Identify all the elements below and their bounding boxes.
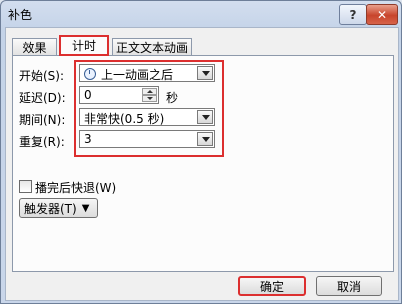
cancel-button[interactable]: 取消 — [316, 276, 382, 296]
duration-value: 非常快(0.5 秒) — [84, 112, 165, 126]
start-label: 开始(S): — [19, 69, 65, 83]
spin-up-icon[interactable] — [142, 88, 157, 95]
window-title: 补色 — [8, 8, 33, 22]
title-bar: 补色 ? ✕ — [1, 1, 401, 27]
delay-unit: 秒 — [166, 91, 179, 105]
timing-panel: 开始(S): 上一动画之后 延迟(D): 0 秒 期间(N): 非常快(0.5 … — [12, 55, 394, 272]
chevron-down-icon: ▼ — [81, 202, 90, 214]
duration-label: 期间(N): — [19, 113, 66, 127]
chevron-down-icon[interactable] — [197, 66, 213, 80]
close-button[interactable]: ✕ — [366, 4, 398, 25]
repeat-value: 3 — [84, 132, 92, 146]
delay-value: 0 — [84, 88, 92, 102]
delay-label: 延迟(D): — [19, 91, 66, 105]
start-value: 上一动画之后 — [101, 68, 174, 82]
rewind-label: 播完后快退(W) — [35, 181, 117, 195]
dialog-body: 效果 计时 正文文本动画 开始(S): 上一动画之后 延迟(D): 0 秒 期间… — [5, 27, 399, 301]
spin-down-icon[interactable] — [142, 95, 157, 102]
chevron-down-icon[interactable] — [197, 110, 213, 124]
tab-text-animation[interactable]: 正文文本动画 — [112, 38, 192, 55]
repeat-select[interactable]: 3 — [79, 130, 215, 148]
delay-stepper[interactable]: 0 — [79, 86, 159, 104]
start-select[interactable]: 上一动画之后 — [79, 64, 215, 82]
rewind-checkbox[interactable] — [19, 180, 32, 193]
help-button[interactable]: ? — [339, 4, 367, 25]
dialog-window: 补色 ? ✕ 效果 计时 正文文本动画 开始(S): 上一动画之后 延迟(D):… — [0, 0, 402, 304]
tab-timing[interactable]: 计时 — [59, 35, 109, 56]
clock-icon — [84, 68, 96, 80]
chevron-down-icon[interactable] — [197, 132, 213, 146]
tab-effect[interactable]: 效果 — [12, 38, 57, 55]
trigger-label: 触发器(T) — [24, 201, 77, 216]
repeat-label: 重复(R): — [19, 135, 65, 149]
ok-button[interactable]: 确定 — [238, 276, 306, 296]
duration-select[interactable]: 非常快(0.5 秒) — [79, 108, 215, 126]
trigger-button[interactable]: 触发器(T) ▼ — [19, 198, 98, 218]
